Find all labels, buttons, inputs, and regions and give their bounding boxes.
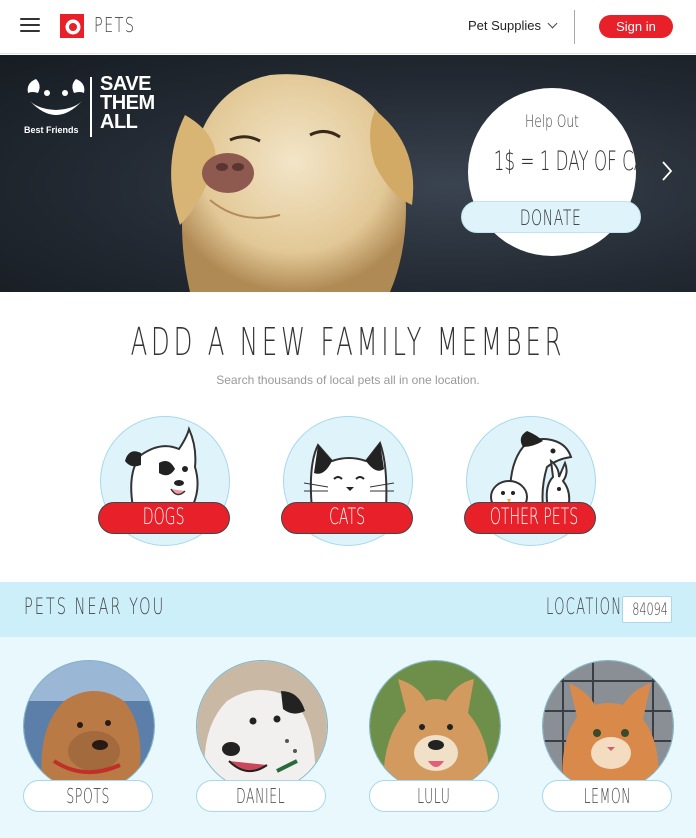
category-other-pets[interactable]: OTHER PETS xyxy=(464,416,598,548)
help-out-title: Help Out xyxy=(525,112,579,132)
brand-name[interactable]: PETS xyxy=(94,13,135,37)
other-pets-label: OTHER PETS xyxy=(489,505,579,530)
cats-label: CATS xyxy=(329,505,365,530)
cats-button[interactable]: CATS xyxy=(281,502,413,534)
adopt-section-subtitle: Search thousands of local pets all in on… xyxy=(216,373,480,387)
chevron-right-icon[interactable] xyxy=(660,160,674,182)
location-label: LOCATION: xyxy=(546,595,628,620)
best-friends-face-icon xyxy=(27,79,85,115)
hero-dog-photo xyxy=(171,74,414,292)
donate-label: DONATE xyxy=(520,206,582,230)
pet-photo xyxy=(23,660,155,792)
pet-card-lulu[interactable]: LULU xyxy=(369,660,501,814)
care-rate-text: 1$ = 1 DAY OF CARE xyxy=(493,146,668,177)
donate-button[interactable]: DONATE xyxy=(461,201,641,233)
pet-photo-image xyxy=(543,661,673,791)
pet-card-spots[interactable]: SPOTS xyxy=(23,660,155,814)
sign-in-button[interactable]: Sign in xyxy=(599,15,673,38)
pet-photo-image xyxy=(370,661,500,791)
pet-supplies-dropdown[interactable]: Pet Supplies xyxy=(468,18,558,33)
pet-name-text: LEMON xyxy=(583,784,631,808)
slogan-line: ALL xyxy=(100,111,138,133)
pet-supplies-label: Pet Supplies xyxy=(468,18,541,33)
slogan: SAVE THEM ALL xyxy=(100,74,155,133)
pet-name-label: LULU xyxy=(369,780,499,812)
pet-name-text: DANIEL xyxy=(236,784,286,808)
pet-photo-image xyxy=(197,661,327,791)
chevron-down-icon xyxy=(547,18,558,29)
location-input[interactable]: 84094 xyxy=(622,596,672,623)
pet-name-text: SPOTS xyxy=(66,784,110,808)
pet-name-label: SPOTS xyxy=(23,780,153,812)
brand-logo-icon[interactable] xyxy=(60,14,84,38)
pet-name-text: LULU xyxy=(417,784,451,808)
pets-near-you-header: PETS NEAR YOU LOCATION: 84094 xyxy=(0,582,696,637)
header-divider xyxy=(574,10,575,44)
hamburger-menu-icon[interactable] xyxy=(20,18,40,34)
pet-photo-image xyxy=(24,661,154,791)
pet-photo xyxy=(196,660,328,792)
pets-near-you-title: PETS NEAR YOU xyxy=(24,595,166,620)
dogs-label: DOGS xyxy=(143,505,185,530)
top-header: PETS Pet Supplies Sign in xyxy=(0,0,696,54)
dogs-button[interactable]: DOGS xyxy=(98,502,230,534)
pet-name-label: DANIEL xyxy=(196,780,326,812)
pet-card-daniel[interactable]: DANIEL xyxy=(196,660,328,814)
pet-photo xyxy=(542,660,674,792)
category-cats[interactable]: CATS xyxy=(281,416,415,548)
pet-photo xyxy=(369,660,501,792)
location-value: 84094 xyxy=(632,600,668,620)
other-pets-button[interactable]: OTHER PETS xyxy=(464,502,596,534)
best-friends-name: Best Friends xyxy=(24,125,79,135)
logo-divider xyxy=(90,77,92,137)
pet-name-label: LEMON xyxy=(542,780,672,812)
pet-card-lemon[interactable]: LEMON xyxy=(542,660,674,814)
category-dogs[interactable]: DOGS xyxy=(98,416,232,548)
adopt-section-title: ADD A NEW FAMILY MEMBER xyxy=(130,320,566,364)
hero-banner: Best Friends SAVE THEM ALL Help Out 1$ =… xyxy=(0,55,696,292)
